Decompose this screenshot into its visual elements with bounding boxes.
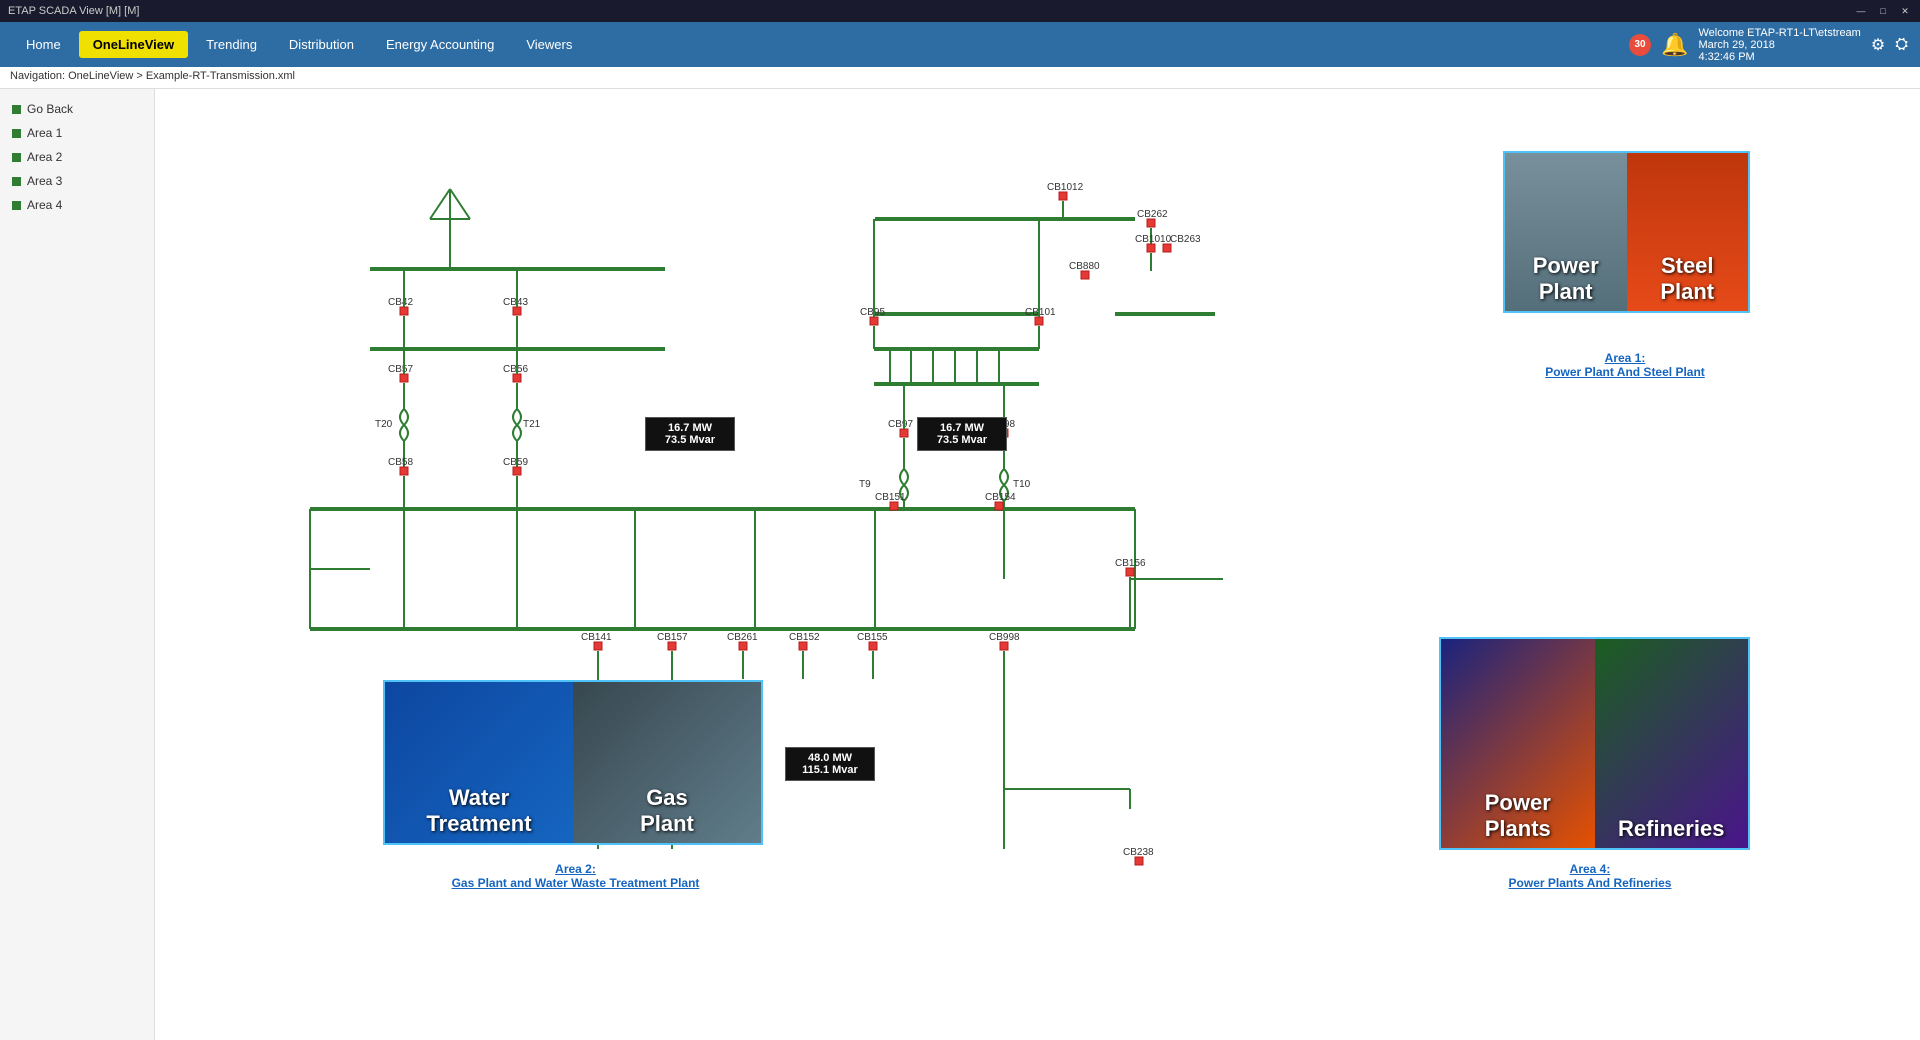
bell-icon[interactable]: 🔔 bbox=[1661, 32, 1688, 58]
svg-text:CB58: CB58 bbox=[388, 457, 413, 468]
svg-text:CB1010: CB1010 bbox=[1135, 234, 1172, 245]
sidebar-dot bbox=[12, 129, 21, 138]
svg-text:CB157: CB157 bbox=[657, 632, 688, 643]
svg-text:CB141: CB141 bbox=[581, 632, 612, 643]
user-info: Welcome ETAP-RT1-LT\etstream March 29, 2… bbox=[1698, 27, 1860, 63]
area2-gas-plant-img: GasPlant bbox=[573, 682, 761, 843]
sidebar: Go Back Area 1 Area 2 Area 3 Area 4 bbox=[0, 89, 155, 1040]
svg-text:CB59: CB59 bbox=[503, 457, 528, 468]
svg-text:CB262: CB262 bbox=[1137, 209, 1168, 220]
area2-card[interactable]: WaterTreatment GasPlant bbox=[383, 680, 763, 845]
area4-refineries-img: Refineries bbox=[1595, 639, 1749, 848]
date-label: March 29, 2018 bbox=[1698, 39, 1860, 51]
area1-card[interactable]: PowerPlant SteelPlant bbox=[1503, 151, 1750, 313]
data-box-1: 16.7 MW 73.5 Mvar bbox=[645, 417, 735, 451]
svg-text:CB97: CB97 bbox=[888, 419, 913, 430]
data-box-1-mw: 16.7 MW bbox=[654, 422, 726, 434]
app-title: ETAP SCADA View [M] [M] bbox=[8, 5, 139, 17]
data-box-4: 48.0 MW 115.1 Mvar bbox=[785, 747, 875, 781]
svg-text:CB998: CB998 bbox=[989, 632, 1020, 643]
user-name: Welcome ETAP-RT1-LT\etstream bbox=[1698, 27, 1860, 39]
area2-label[interactable]: Area 2: Gas Plant and Water Waste Treatm… bbox=[388, 862, 763, 890]
navbar: Home OneLineView Trending Distribution E… bbox=[0, 22, 1920, 67]
alert-badge[interactable]: 30 bbox=[1629, 34, 1651, 56]
nav-viewers[interactable]: Viewers bbox=[512, 31, 586, 58]
area4-power-plants-img: PowerPlants bbox=[1441, 639, 1595, 848]
data-box-4-mvar: 115.1 Mvar bbox=[794, 764, 866, 776]
svg-text:CB43: CB43 bbox=[503, 297, 528, 308]
diagram-area[interactable]: .line { stroke: #2e7d32; stroke-width: 2… bbox=[155, 89, 1920, 1040]
nav-energy-accounting[interactable]: Energy Accounting bbox=[372, 31, 508, 58]
sidebar-area3[interactable]: Area 3 bbox=[0, 169, 154, 193]
area1-power-plant-img: PowerPlant bbox=[1505, 153, 1627, 311]
svg-text:CB155: CB155 bbox=[857, 632, 888, 643]
svg-text:CB95: CB95 bbox=[860, 307, 885, 318]
sidebar-dot bbox=[12, 105, 21, 114]
svg-text:CB101: CB101 bbox=[1025, 307, 1056, 318]
area1-steel-plant-img: SteelPlant bbox=[1627, 153, 1749, 311]
sidebar-area4[interactable]: Area 4 bbox=[0, 193, 154, 217]
svg-text:CB1012: CB1012 bbox=[1047, 182, 1084, 193]
nav-trending[interactable]: Trending bbox=[192, 31, 271, 58]
svg-text:CB238: CB238 bbox=[1123, 847, 1154, 858]
breadcrumb: Navigation: OneLineView > Example-RT-Tra… bbox=[0, 67, 1920, 89]
data-box-4-mw: 48.0 MW bbox=[794, 752, 866, 764]
svg-text:T10: T10 bbox=[1013, 479, 1031, 490]
sidebar-dot bbox=[12, 153, 21, 162]
settings-icon[interactable]: ⚙ bbox=[1871, 35, 1885, 55]
area4-images: PowerPlants Refineries bbox=[1441, 639, 1748, 848]
minimize-button[interactable]: — bbox=[1854, 4, 1868, 18]
sidebar-dot bbox=[12, 177, 21, 186]
nav-onelineview[interactable]: OneLineView bbox=[79, 31, 188, 58]
close-button[interactable]: ✕ bbox=[1898, 4, 1912, 18]
time-label: 4:32:46 PM bbox=[1698, 51, 1860, 63]
svg-text:CB151: CB151 bbox=[875, 492, 906, 503]
area1-images: PowerPlant SteelPlant bbox=[1505, 153, 1748, 311]
maximize-button[interactable]: □ bbox=[1876, 4, 1890, 18]
area2-images: WaterTreatment GasPlant bbox=[385, 682, 761, 843]
svg-text:CB56: CB56 bbox=[503, 364, 528, 375]
svg-text:CB880: CB880 bbox=[1069, 261, 1100, 272]
sidebar-go-back[interactable]: Go Back bbox=[0, 97, 154, 121]
svg-text:CB261: CB261 bbox=[727, 632, 758, 643]
data-box-1-mvar: 73.5 Mvar bbox=[654, 434, 726, 446]
transmission-tower bbox=[430, 189, 470, 249]
data-box-2-mw: 16.7 MW bbox=[926, 422, 998, 434]
main-layout: Go Back Area 1 Area 2 Area 3 Area 4 .lin… bbox=[0, 89, 1920, 1040]
breadcrumb-text: Navigation: OneLineView > Example-RT-Tra… bbox=[10, 70, 295, 82]
data-box-2-mvar: 73.5 Mvar bbox=[926, 434, 998, 446]
user-area: 30 🔔 Welcome ETAP-RT1-LT\etstream March … bbox=[1629, 27, 1908, 63]
data-box-2: 16.7 MW 73.5 Mvar bbox=[917, 417, 1007, 451]
svg-text:T21: T21 bbox=[523, 419, 541, 430]
svg-text:CB154: CB154 bbox=[985, 492, 1016, 503]
sidebar-dot bbox=[12, 201, 21, 210]
sidebar-area2[interactable]: Area 2 bbox=[0, 145, 154, 169]
area1-label[interactable]: Area 1: Power Plant And Steel Plant bbox=[1505, 351, 1745, 379]
svg-text:T9: T9 bbox=[859, 479, 871, 490]
svg-text:CB57: CB57 bbox=[388, 364, 413, 375]
nav-distribution[interactable]: Distribution bbox=[275, 31, 368, 58]
nav-home[interactable]: Home bbox=[12, 31, 75, 58]
titlebar: ETAP SCADA View [M] [M] — □ ✕ bbox=[0, 0, 1920, 22]
area2-water-treatment-img: WaterTreatment bbox=[385, 682, 573, 843]
sidebar-area1[interactable]: Area 1 bbox=[0, 121, 154, 145]
area4-label[interactable]: Area 4: Power Plants And Refineries bbox=[1435, 862, 1745, 890]
svg-text:T20: T20 bbox=[375, 419, 393, 430]
area4-card[interactable]: PowerPlants Refineries bbox=[1439, 637, 1750, 850]
config-icon[interactable]: ⛭ bbox=[1895, 36, 1908, 54]
svg-text:CB156: CB156 bbox=[1115, 558, 1146, 569]
svg-text:CB263: CB263 bbox=[1170, 234, 1201, 245]
svg-text:CB42: CB42 bbox=[388, 297, 413, 308]
svg-text:CB152: CB152 bbox=[789, 632, 820, 643]
window-controls[interactable]: — □ ✕ bbox=[1854, 4, 1912, 18]
